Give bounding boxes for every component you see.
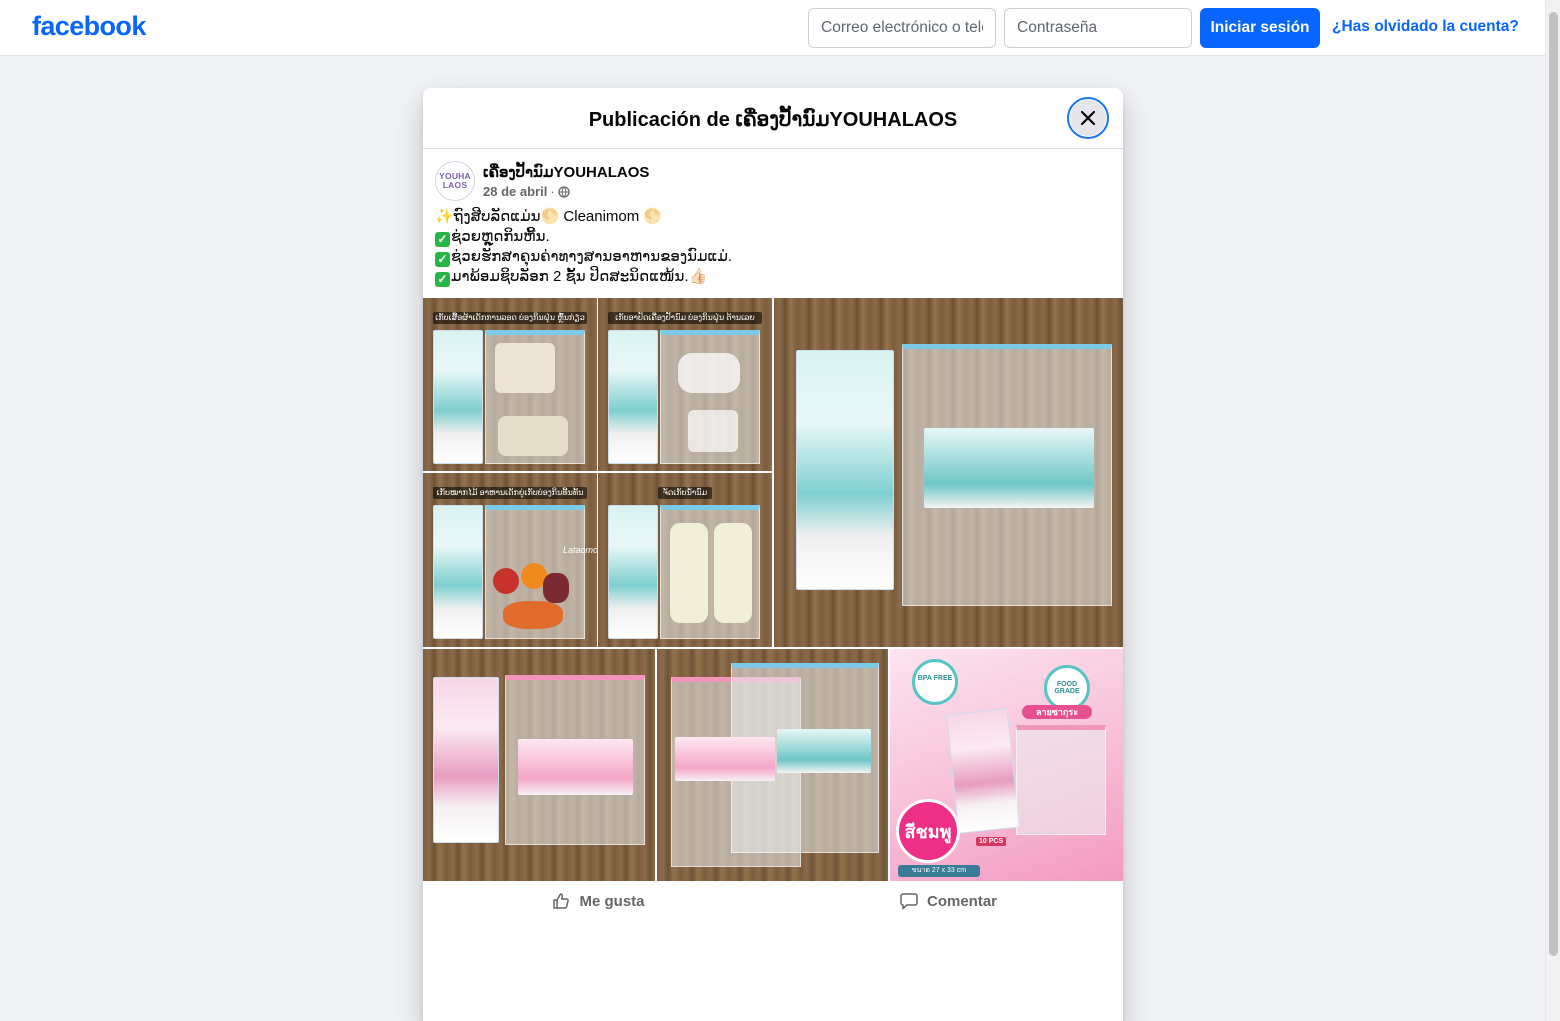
milk-bag-image [714, 523, 752, 623]
meta-separator: · [550, 184, 555, 199]
photo-milk-storage[interactable]: ຈັດເກັບນ້ຳນົມ [598, 473, 772, 647]
password-field[interactable] [1004, 8, 1192, 48]
photo-promo-pink[interactable]: BPA FREE FOOD GRADE ลายซากุระ สีชมพู ขนา… [890, 649, 1123, 881]
package-image [433, 677, 499, 843]
check-mark-icon: ✓ [435, 232, 450, 247]
badge-icon [912, 659, 958, 705]
comment-button[interactable]: Comentar [773, 883, 1123, 919]
fruit-image [503, 601, 563, 629]
photo-caption: ເກັບໝາກໄມ້ ອາຫານເດັກຍູ່ເກັບບ່ອງກິນທີ້ນທັ… [433, 487, 587, 499]
post-actions: Me gusta Comentar [423, 883, 1123, 919]
promo-title: ลายซากุระ [1022, 705, 1092, 719]
comment-label: Comentar [926, 892, 997, 910]
bag-print-image [924, 428, 1094, 508]
socks-image [498, 416, 568, 456]
thumbs-up-icon [553, 893, 570, 909]
check-mark-icon: ✓ [435, 272, 450, 287]
facebook-logo[interactable]: facebook [32, 11, 146, 42]
check-mark-icon: ✓ [435, 252, 450, 267]
photo-caption: ເກັບອາປັດເຄື່ອງປັ້ານົມ ບ່ອງກິນຝຸ່ນ ຕ້ານເ… [608, 312, 762, 324]
promo-size-label: ขนาด 27 x 33 cm [898, 865, 980, 877]
bag-print-image [518, 739, 633, 795]
post-meta: 28 de abril · [483, 184, 570, 199]
page-scrollbar[interactable] [1545, 0, 1560, 1021]
promo-pcs-label: 10 PCS [976, 837, 1007, 846]
bag-image [1016, 725, 1106, 835]
login-button[interactable]: Iniciar sesión [1200, 8, 1320, 48]
bag-print-image [675, 737, 775, 781]
package-image [433, 330, 483, 464]
photo-watermark: Lataomommie [563, 545, 597, 555]
globe-icon [558, 185, 570, 198]
promo-color-badge: สีชมพู [896, 799, 960, 863]
photo-grid: ເກັບເສື້ອຜ້າເດັກການລອດ ບ່ອງກິນຝຸ່ນ ຫຼົ້ນ… [423, 298, 1123, 881]
package-image [945, 708, 1021, 834]
grapes-image [543, 573, 569, 603]
package-image [796, 350, 894, 590]
milk-bag-image [670, 523, 708, 623]
package-image [433, 505, 483, 639]
post-line: ມາພ້ອມຊິບລັອກ 2 ຊັ້ນ ປິດສະນິດແໜ້ນ.👍🏻 [451, 268, 708, 285]
photo-caption: ເກັບເສື້ອຜ້າເດັກການລອດ ບ່ອງກິນຝຸ່ນ ຫຼົ້ນ… [433, 312, 587, 324]
post-body: ✨ຖົງສີບລັດແມ່ນ🌕 Cleanimom 🌕 ✓ ຊ່ວຍຫຼຸດກິນ… [423, 207, 1123, 287]
dialog-title: Publicación de ເຄື່ອງປັ້ານົມYOUHALAOS [588, 109, 958, 131]
page-avatar[interactable]: YOUHA LAOS [435, 161, 475, 201]
post-dialog: Publicación de ເຄື່ອງປັ້ານົມYOUHALAOS YO… [423, 88, 1123, 1021]
post-line: ຊ່ວຍຫຼຸດກິນຫີ້ນ. [451, 228, 550, 245]
page-name-link[interactable]: ເຄື່ອງປັ້ານົມYOUHALAOS [483, 163, 649, 181]
clothes-image [495, 343, 555, 393]
apple-image [493, 568, 519, 594]
bottles-image [688, 410, 738, 452]
like-label: Me gusta [579, 892, 645, 910]
photo-breast-pump[interactable]: ເກັບອາປັດເຄື່ອງປັ້ານົມ ບ່ອງກິນຝຸ່ນ ຕ້ານເ… [598, 298, 772, 471]
promo-badge-label: BPA FREE [917, 675, 953, 682]
forgot-account-link[interactable]: ¿Has olvidado la cuenta? [1332, 18, 1519, 36]
photo-caption: ຈັດເກັບນ້ຳນົມ [658, 487, 712, 499]
package-image [608, 505, 658, 639]
photo-pink-bag[interactable] [423, 649, 655, 881]
avatar-text-line: LAOS [442, 180, 468, 190]
photo-two-bags[interactable] [657, 649, 888, 881]
comment-icon [900, 893, 918, 910]
post-line: ຊ່ວຍຮັກສາຄຸນຄ່າທາງສານອາຫານຂອງນົມແມ່. [451, 248, 733, 265]
post-line: ✨ຖົງສີບລັດແມ່ນ🌕 Cleanimom 🌕 [435, 208, 663, 225]
post-header: YOUHA LAOS ເຄື່ອງປັ້ານົມYOUHALAOS 28 de … [423, 149, 1123, 207]
like-button[interactable]: Me gusta [423, 883, 773, 919]
photo-baby-clothes[interactable]: ເກັບເສື້ອຜ້າເດັກການລອດ ບ່ອງກິນຝຸ່ນ ຫຼົ້ນ… [423, 298, 597, 471]
close-button[interactable] [1067, 97, 1109, 139]
post-line-2: ✓ ຊ່ວຍຫຼຸດກິນຫີ້ນ. [435, 227, 1111, 247]
package-image [608, 330, 658, 464]
scrollbar-thumb[interactable] [1549, 12, 1558, 956]
post-line-3: ✓ ຊ່ວຍຮັກສາຄຸນຄ່າທາງສານອາຫານຂອງນົມແມ່. [435, 247, 1111, 267]
close-icon [1080, 110, 1096, 126]
post-line-4: ✓ ມາພ້ອມຊິບລັອກ 2 ຊັ້ນ ປິດສະນິດແໜ້ນ.👍🏻 [435, 267, 1111, 287]
dialog-header: Publicación de ເຄື່ອງປັ້ານົມYOUHALAOS [423, 88, 1123, 149]
photo-blue-bag-large[interactable] [774, 298, 1123, 647]
post-date[interactable]: 28 de abril [483, 184, 547, 199]
photo-fruits[interactable]: ເກັບໝາກໄມ້ ອາຫານເດັກຍູ່ເກັບບ່ອງກິນທີ້ນທັ… [423, 473, 597, 647]
pump-image [678, 353, 740, 393]
promo-badge-label: FOOD GRADE [1054, 681, 1080, 695]
email-field[interactable] [808, 8, 996, 48]
top-navigation-bar: facebook Iniciar sesión ¿Has olvidado la… [0, 0, 1545, 56]
bag-print-image [777, 729, 871, 773]
